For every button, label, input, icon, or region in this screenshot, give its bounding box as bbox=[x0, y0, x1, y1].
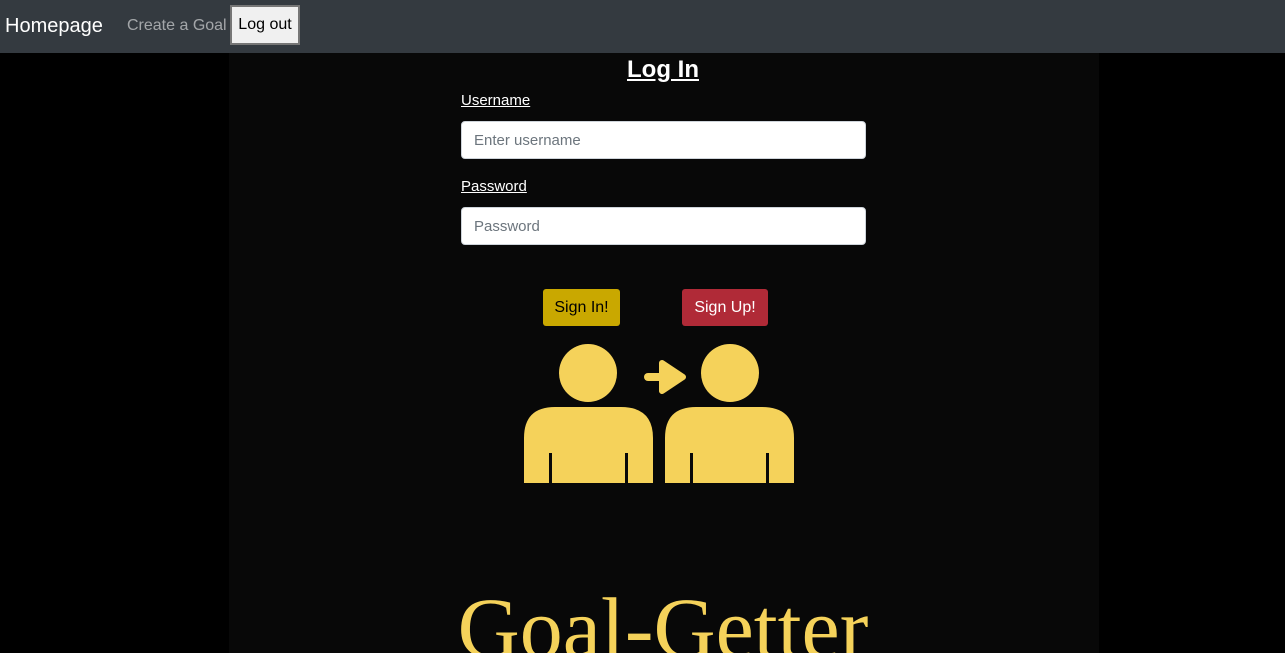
password-label: Password bbox=[461, 178, 527, 195]
user-switch-icon bbox=[524, 344, 794, 483]
goal-getter-logo: Goal-Getter bbox=[457, 580, 869, 653]
brand-link[interactable]: Homepage bbox=[5, 13, 103, 39]
page-title: Log In bbox=[627, 56, 699, 83]
sign-in-button[interactable]: Sign In! bbox=[543, 289, 620, 326]
username-field[interactable] bbox=[461, 121, 866, 159]
sign-up-button[interactable]: Sign Up! bbox=[682, 289, 768, 326]
navbar: Homepage Create a Goal Log out bbox=[0, 0, 1285, 53]
nav-link-create-goal[interactable]: Create a Goal bbox=[127, 16, 227, 36]
login-panel: Log In Username Password Sign In! Sign U… bbox=[229, 53, 1099, 653]
password-field[interactable] bbox=[461, 207, 866, 245]
username-label: Username bbox=[461, 92, 531, 109]
logout-button[interactable]: Log out bbox=[230, 5, 300, 45]
